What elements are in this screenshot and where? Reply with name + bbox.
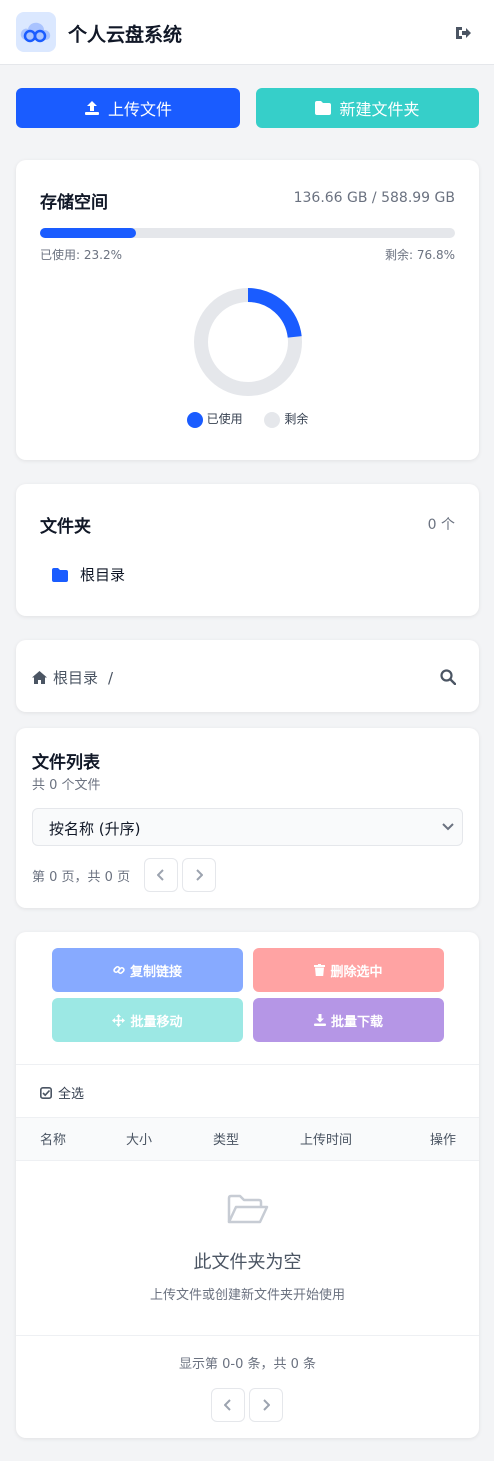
storage-used-text: 已使用: 23.2% <box>40 248 122 262</box>
checkbox-icon <box>40 1086 52 1099</box>
batch-move-label: 批量移动 <box>130 1014 183 1030</box>
upload-file-label: 上传文件 <box>107 100 172 119</box>
file-list-card: 文件列表 共 0 个文件 按名称 (升序) 第 0 页，共 0 页 <box>16 728 479 908</box>
open-folder-icon <box>227 1194 269 1224</box>
search-icon[interactable] <box>440 669 456 685</box>
select-all-checkbox[interactable]: 全选 <box>40 1083 84 1102</box>
folders-title: 文件夹 <box>40 517 91 537</box>
storage-free-text: 剩余: 76.8% <box>385 248 455 262</box>
storage-donut-chart <box>194 288 302 396</box>
chevron-right-icon <box>196 869 203 881</box>
column-header-name: 名称 <box>40 1133 67 1148</box>
upload-icon <box>84 101 99 115</box>
folder-item-root[interactable]: 根目录 <box>52 564 125 585</box>
sort-select-value: 按名称 (升序) <box>49 820 141 838</box>
select-all-label: 全选 <box>58 1087 85 1102</box>
next-page-button[interactable] <box>182 858 216 892</box>
folders-card: 文件夹 0 个 根目录 <box>16 484 479 616</box>
divider <box>16 1064 479 1065</box>
folder-icon <box>315 101 332 115</box>
logout-icon[interactable] <box>452 22 474 44</box>
delete-selected-button[interactable]: 删除选中 <box>253 948 444 992</box>
table-footer-text: 显示第 0-0 条，共 0 条 <box>178 1357 317 1372</box>
column-header-size: 大小 <box>126 1133 153 1148</box>
new-folder-label: 新建文件夹 <box>339 100 420 119</box>
batch-move-button[interactable]: 批量移动 <box>52 998 243 1042</box>
delete-selected-label: 删除选中 <box>330 964 383 980</box>
batch-download-label: 批量下载 <box>330 1014 383 1030</box>
page-info-text: 第 0 页，共 0 页 <box>32 870 131 885</box>
upload-file-button[interactable]: 上传文件 <box>16 88 240 128</box>
folder-item-label: 根目录 <box>80 566 126 584</box>
storage-title: 存储空间 <box>40 193 108 213</box>
empty-state-title: 此文件夹为空 <box>193 1252 302 1273</box>
storage-card: 存储空间 136.66 GB / 588.99 GB 已使用: 23.2% 剩余… <box>16 160 479 460</box>
new-folder-button[interactable]: 新建文件夹 <box>256 88 479 128</box>
legend-used-dot <box>186 411 203 428</box>
column-header-upload-time: 上传时间 <box>300 1133 353 1148</box>
table-header <box>16 1117 479 1161</box>
legend-free-dot <box>264 411 281 428</box>
legend-free-label: 剩余 <box>284 412 309 426</box>
divider <box>16 1335 479 1336</box>
trash-icon <box>314 964 326 976</box>
home-icon <box>32 671 47 684</box>
copy-link-button[interactable]: 复制链接 <box>52 948 243 992</box>
table-prev-page-button[interactable] <box>211 1388 245 1422</box>
legend-used-label: 已使用 <box>206 412 243 426</box>
batch-download-button[interactable]: 批量下载 <box>253 998 444 1042</box>
copy-link-label: 复制链接 <box>129 964 182 980</box>
cloud-logo-icon <box>16 12 56 52</box>
sort-select[interactable]: 按名称 (升序) <box>32 808 463 846</box>
storage-progress-fill <box>40 228 137 238</box>
app-title: 个人云盘系统 <box>68 24 183 46</box>
prev-page-button[interactable] <box>144 858 178 892</box>
download-icon <box>313 1014 326 1026</box>
folders-count: 0 个 <box>427 517 455 533</box>
breadcrumb-card: 根目录 / <box>16 640 479 712</box>
column-header-type: 类型 <box>213 1133 240 1148</box>
column-header-actions: 操作 <box>430 1133 457 1148</box>
file-table-card: 复制链接 删除选中 批量移动 批量下载 全选 名称 大小 类型 上传时间 操作 <box>16 932 479 1438</box>
breadcrumb-root-link[interactable]: 根目录 <box>53 667 98 688</box>
breadcrumb-separator: / <box>108 668 114 687</box>
storage-usage-text: 136.66 GB / 588.99 GB <box>293 190 455 206</box>
app-header: 个人云盘系统 <box>0 0 494 65</box>
file-count-text: 共 0 个文件 <box>32 778 101 793</box>
chevron-right-icon <box>263 1399 270 1411</box>
link-icon <box>113 965 125 975</box>
empty-state-hint: 上传文件或创建新文件夹开始使用 <box>149 1288 345 1303</box>
move-arrows-icon <box>112 1013 126 1027</box>
file-list-title: 文件列表 <box>32 753 100 773</box>
table-next-page-button[interactable] <box>249 1388 283 1422</box>
chevron-left-icon <box>224 1399 231 1411</box>
chevron-down-icon <box>442 823 454 831</box>
donut-legend: 已使用 剩余 <box>16 410 479 428</box>
folder-icon <box>52 567 68 582</box>
chevron-left-icon <box>157 869 164 881</box>
storage-progress-bar <box>40 228 455 238</box>
breadcrumb: 根目录 / <box>32 667 113 688</box>
